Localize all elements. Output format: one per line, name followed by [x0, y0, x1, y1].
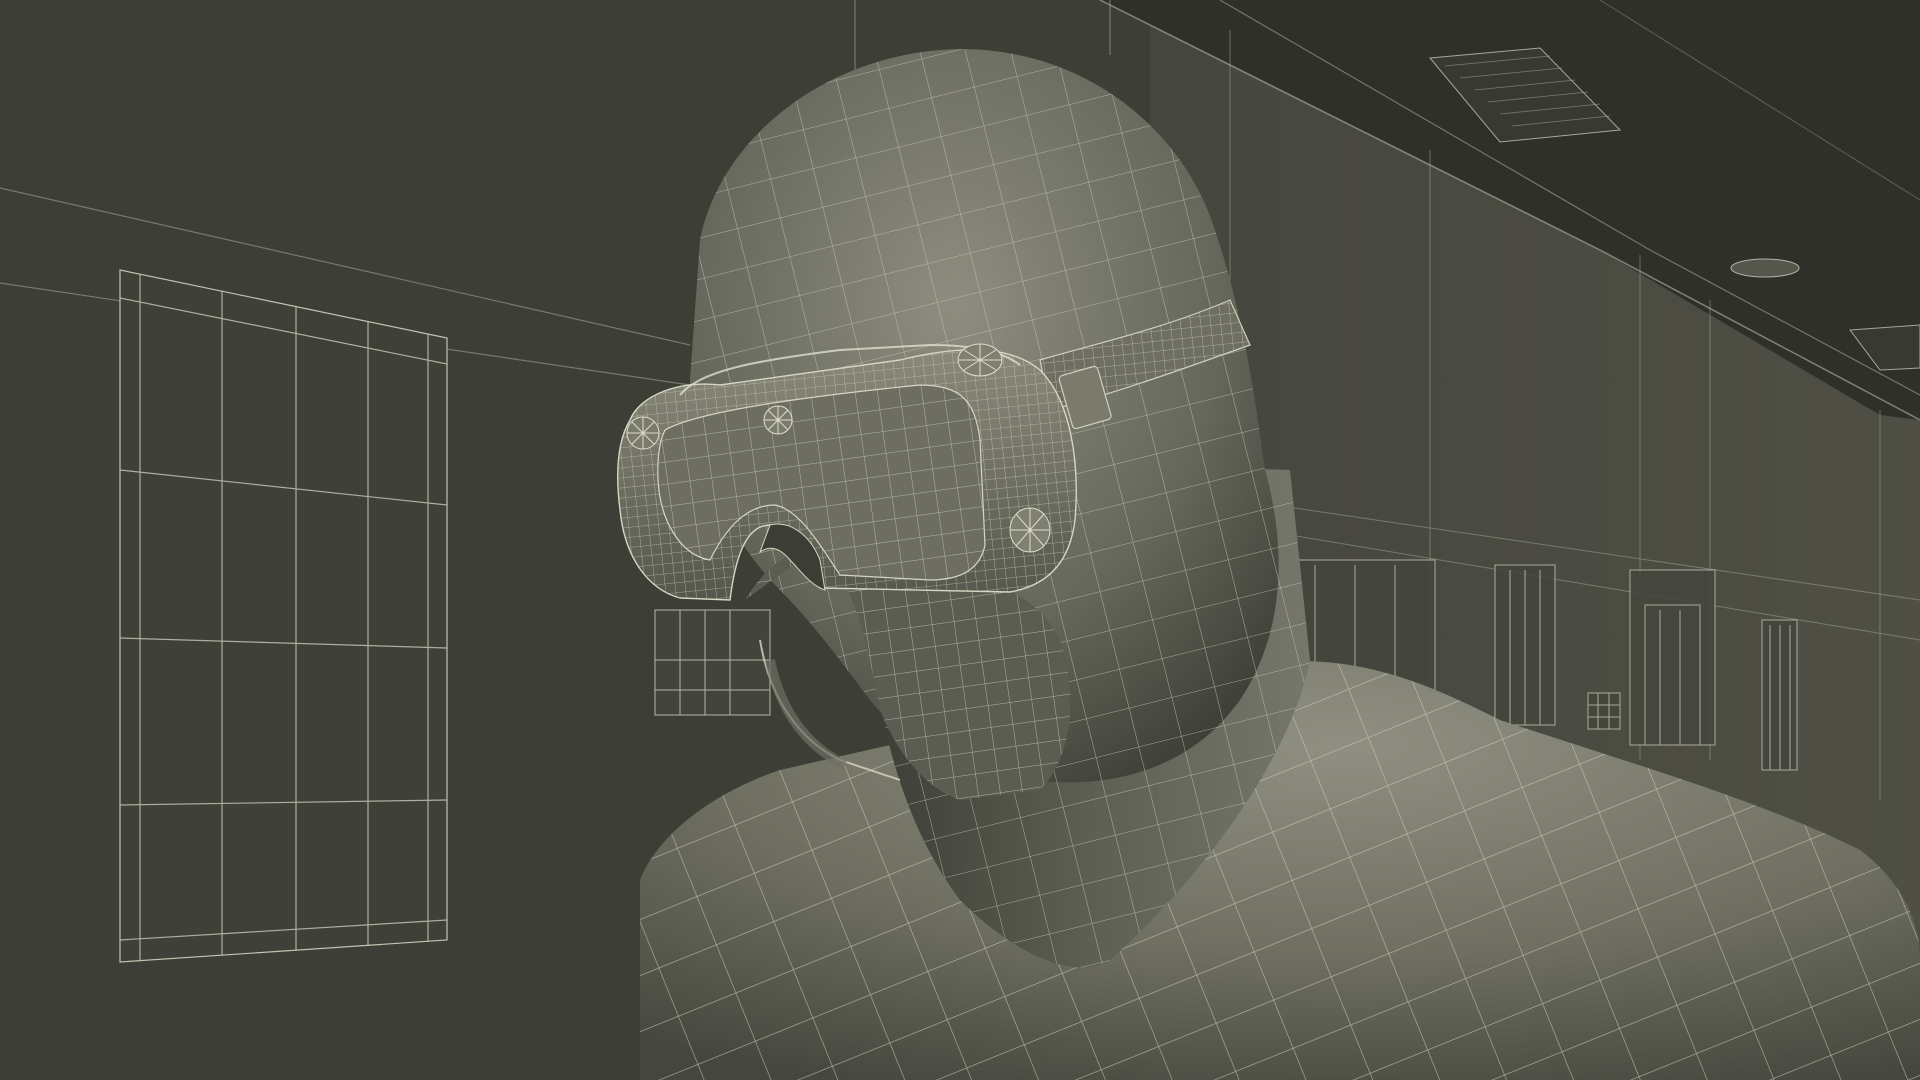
ceiling-light — [1730, 258, 1800, 278]
wall-panel — [119, 269, 448, 963]
render-viewport — [0, 0, 1920, 1080]
wireframe-render — [0, 0, 1920, 1080]
goggle-vent-left — [626, 416, 660, 450]
goggle-vent-right-top — [957, 343, 1003, 377]
door-3 — [1629, 569, 1716, 746]
door-4 — [1761, 619, 1798, 771]
goggle-vent-right-bottom — [1009, 507, 1051, 553]
background-box — [654, 609, 771, 716]
goggle-vent-center — [763, 405, 793, 435]
door-2 — [1494, 564, 1556, 726]
small-window — [1587, 692, 1621, 730]
